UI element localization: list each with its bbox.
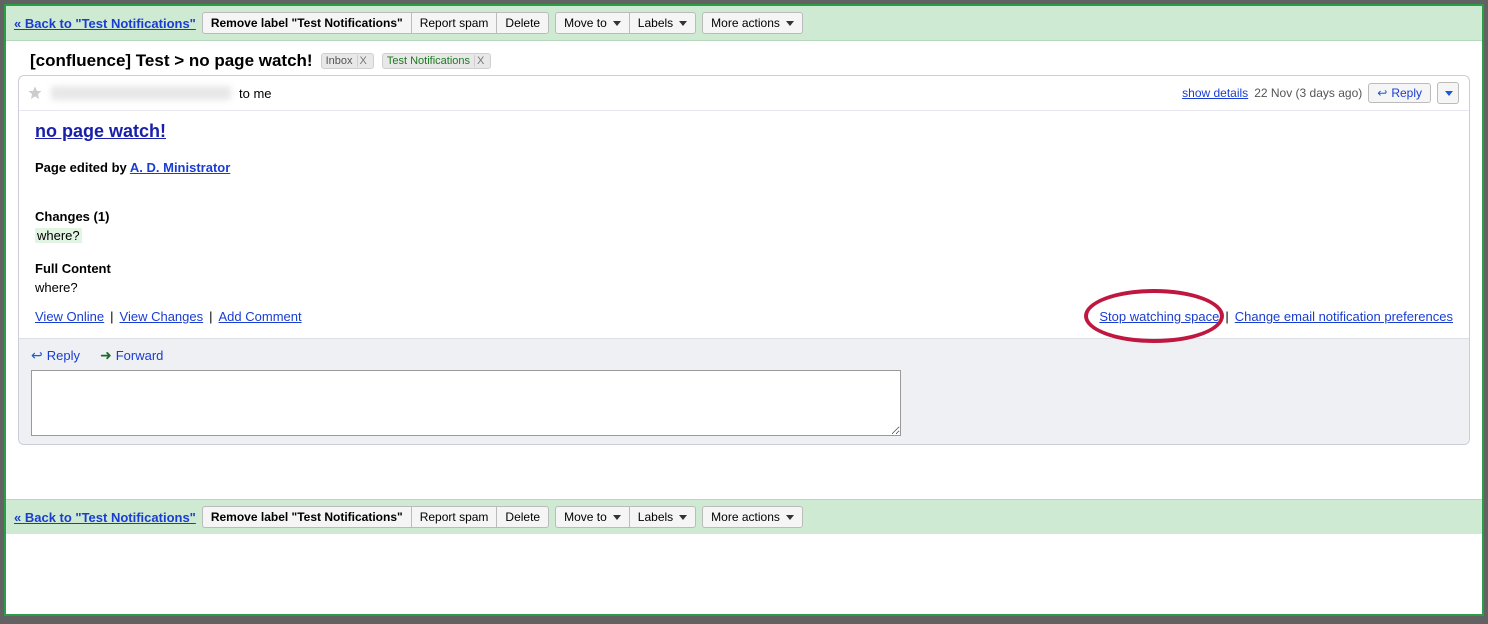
chevron-down-icon (679, 515, 687, 520)
stop-watching-link[interactable]: Stop watching space (1099, 309, 1219, 324)
author-link[interactable]: A. D. Ministrator (130, 160, 230, 175)
label-text: Test Notifications (387, 55, 470, 67)
reply-arrow-icon: ↩ (31, 347, 43, 364)
reply-menu-button[interactable] (1437, 82, 1459, 104)
message-body: no page watch! Page edited by A. D. Mini… (19, 111, 1469, 338)
remove-label-button[interactable]: Remove label "Test Notifications" (202, 12, 411, 34)
delete-button[interactable]: Delete (496, 12, 549, 34)
page-title-link[interactable]: no page watch! (35, 121, 166, 142)
full-content-text: where? (35, 280, 1453, 295)
label-text: Inbox (326, 55, 353, 67)
show-details-link[interactable]: show details (1182, 86, 1248, 100)
report-spam-button[interactable]: Report spam (411, 506, 497, 528)
toolbar-group-1: Remove label "Test Notifications" Report… (202, 12, 549, 34)
message-card: to me show details 22 Nov (3 days ago) ↩… (18, 75, 1470, 445)
view-online-link[interactable]: View Online (35, 309, 104, 324)
toolbar-group-1: Remove label "Test Notifications" Report… (202, 506, 549, 528)
reply-strip: ↩ Reply ➜ Forward (19, 338, 1469, 444)
chevron-down-icon (613, 21, 621, 26)
top-toolbar: « Back to "Test Notifications" Remove la… (6, 6, 1482, 41)
footer-links: View Online | View Changes | Add Comment… (35, 309, 1453, 324)
reply-link[interactable]: ↩ Reply (31, 347, 80, 364)
toolbar-group-2: Move to Labels (555, 12, 696, 34)
changes-heading: Changes (1) (35, 209, 1453, 224)
delete-button[interactable]: Delete (496, 506, 549, 528)
reply-textarea[interactable] (31, 370, 901, 436)
back-link[interactable]: « Back to "Test Notifications" (14, 16, 196, 31)
separator: | (110, 309, 113, 324)
chevron-down-icon (679, 21, 687, 26)
label-inbox[interactable]: Inbox X (321, 53, 374, 69)
chevron-down-icon (1445, 91, 1453, 96)
star-icon[interactable] (27, 85, 43, 101)
chevron-down-icon (786, 515, 794, 520)
reply-button[interactable]: ↩ Reply (1368, 83, 1431, 103)
label-test-notifications[interactable]: Test Notifications X (382, 53, 492, 69)
forward-link[interactable]: ➜ Forward (100, 347, 163, 364)
separator: | (1225, 309, 1228, 324)
separator: | (209, 309, 212, 324)
move-to-button[interactable]: Move to (555, 12, 629, 34)
forward-arrow-icon: ➜ (100, 347, 112, 364)
report-spam-button[interactable]: Report spam (411, 12, 497, 34)
footer-right: Stop watching space | Change email notif… (1099, 309, 1453, 324)
labels-button[interactable]: Labels (629, 12, 696, 34)
edited-by-line: Page edited by A. D. Ministrator (35, 160, 1453, 175)
bottom-toolbar: « Back to "Test Notifications" Remove la… (6, 499, 1482, 534)
subject-row: [confluence] Test > no page watch! Inbox… (6, 41, 1482, 75)
changes-text: where? (35, 228, 1453, 243)
chevron-down-icon (613, 515, 621, 520)
message-date: 22 Nov (3 days ago) (1254, 86, 1362, 100)
sender-redacted (51, 86, 231, 100)
view-changes-link[interactable]: View Changes (120, 309, 204, 324)
message-header: to me show details 22 Nov (3 days ago) ↩… (19, 76, 1469, 111)
back-link[interactable]: « Back to "Test Notifications" (14, 510, 196, 525)
labels-button[interactable]: Labels (629, 506, 696, 528)
remove-label-x-icon[interactable]: X (474, 55, 486, 67)
toolbar-group-2: Move to Labels (555, 506, 696, 528)
reply-arrow-icon: ↩ (1377, 86, 1387, 100)
full-content-heading: Full Content (35, 261, 1453, 276)
remove-label-button[interactable]: Remove label "Test Notifications" (202, 506, 411, 528)
chevron-down-icon (786, 21, 794, 26)
more-actions-button[interactable]: More actions (702, 506, 803, 528)
email-subject: [confluence] Test > no page watch! (30, 51, 313, 71)
reply-actions: ↩ Reply ➜ Forward (31, 347, 1457, 364)
more-actions-button[interactable]: More actions (702, 12, 803, 34)
header-right: show details 22 Nov (3 days ago) ↩ Reply (1182, 82, 1459, 104)
add-comment-link[interactable]: Add Comment (219, 309, 302, 324)
change-prefs-link[interactable]: Change email notification preferences (1235, 309, 1453, 324)
move-to-button[interactable]: Move to (555, 506, 629, 528)
remove-label-x-icon[interactable]: X (357, 55, 369, 67)
reply-label: Reply (1391, 86, 1422, 100)
recipient-text: to me (239, 86, 272, 101)
